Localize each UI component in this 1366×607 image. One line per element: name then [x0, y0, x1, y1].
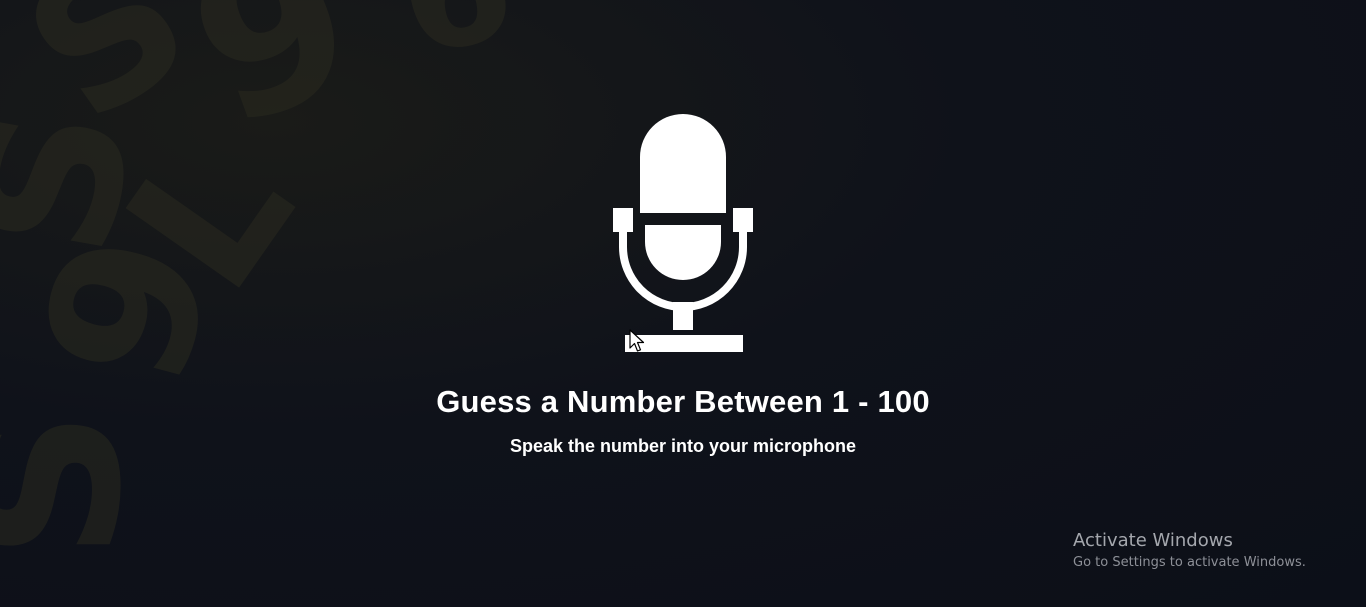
instruction-text: Speak the number into your microphone — [509, 436, 857, 456]
mouse-pointer-icon — [629, 329, 645, 352]
watermark-title: Activate Windows — [1073, 530, 1233, 551]
main-content: Guess a Number Between 1 - 100 Speak the… — [0, 112, 1366, 457]
background-digit: 6 — [385, 0, 527, 91]
page-title: Guess a Number Between 1 - 100 — [436, 384, 930, 419]
watermark-subtitle: Go to Settings to activate Windows. — [1073, 555, 1306, 570]
microphone-icon[interactable] — [613, 112, 753, 354]
activate-windows-watermark: Activate Windows Go to Settings to activ… — [1073, 530, 1306, 570]
